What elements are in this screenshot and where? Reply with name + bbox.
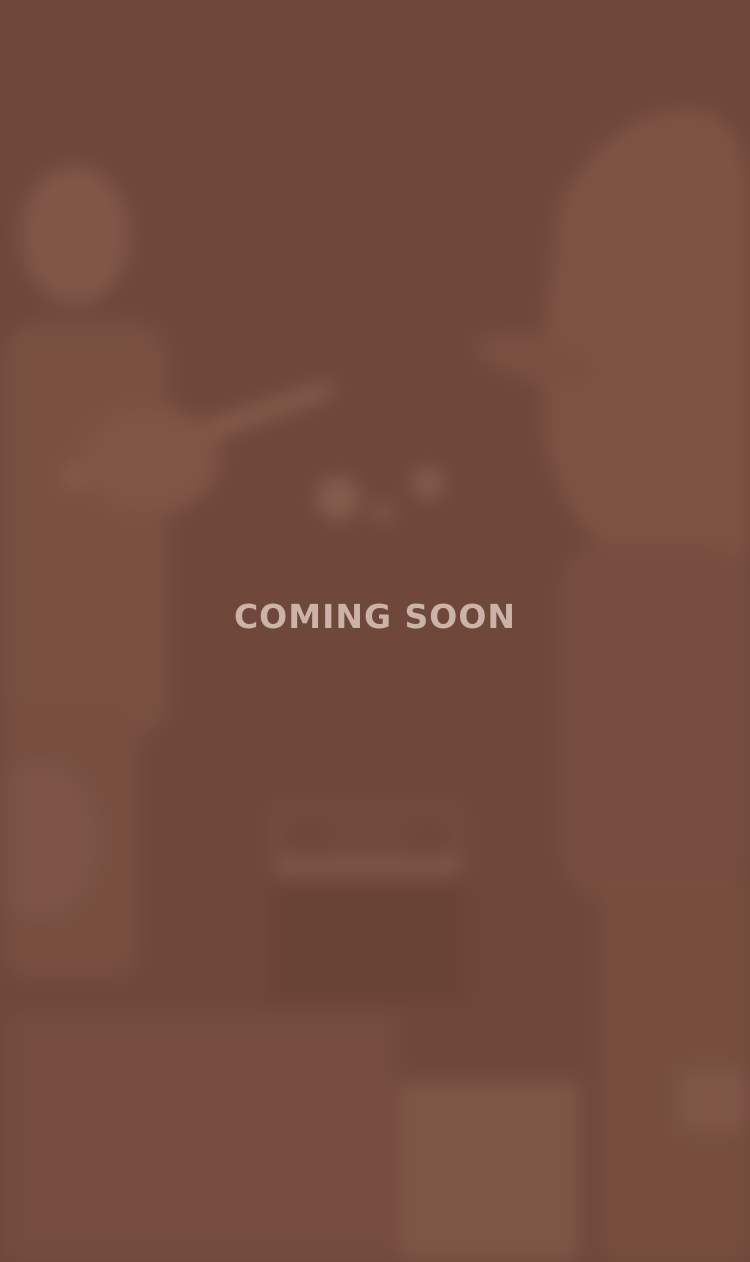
coming-soon-heading: COMING SOON bbox=[233, 597, 517, 636]
coming-soon-screen: Marshall COMING SOON bbox=[0, 0, 750, 1262]
